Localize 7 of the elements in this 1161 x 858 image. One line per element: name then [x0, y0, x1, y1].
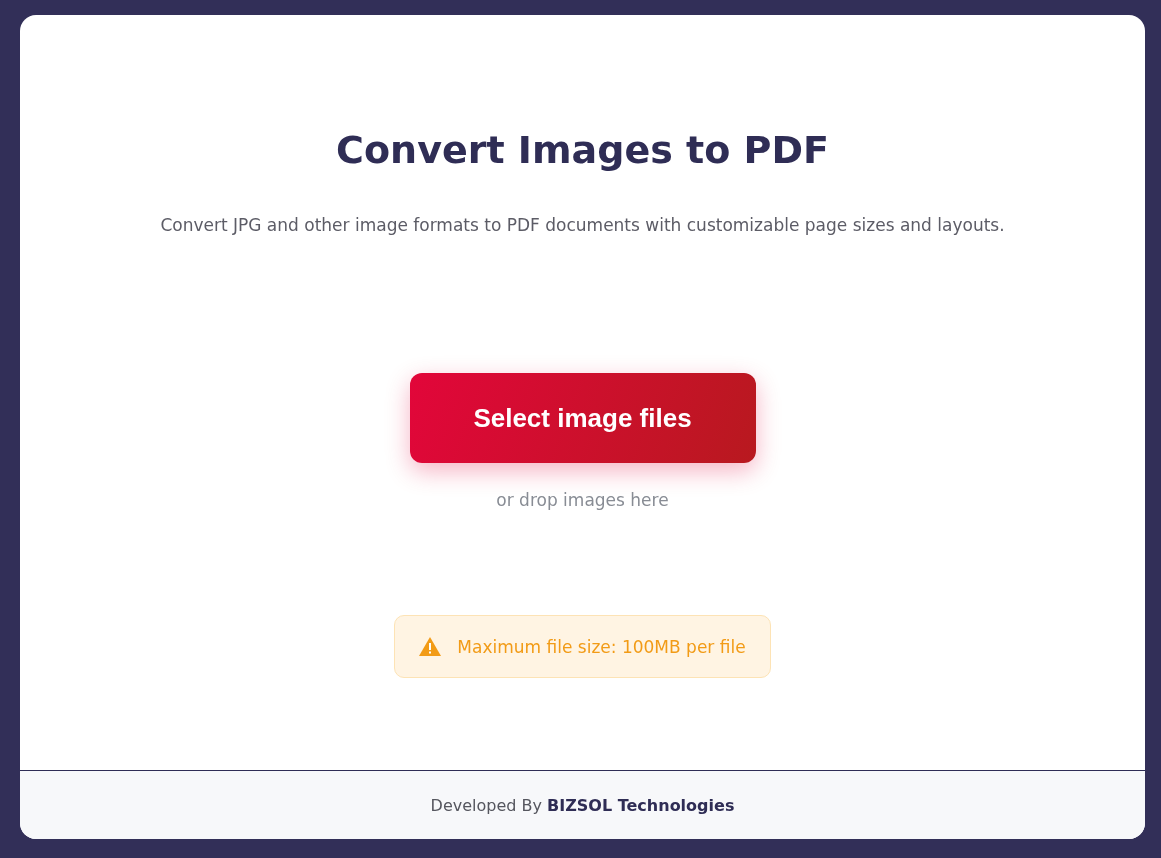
select-files-button[interactable]: Select image files [409, 373, 756, 463]
description-text: Convert JPG and other image formats to PDF documents with customizable page sizes and layouts. [160, 214, 1005, 237]
page-title: Convert Images to PDF [336, 127, 829, 174]
drop-hint: or drop images here [496, 489, 669, 512]
footer-credit: Developed By BIZSOL Technologies [430, 795, 735, 815]
notice-text: Maximum file size: 100MB per file [457, 636, 746, 657]
warning-icon [419, 637, 442, 656]
